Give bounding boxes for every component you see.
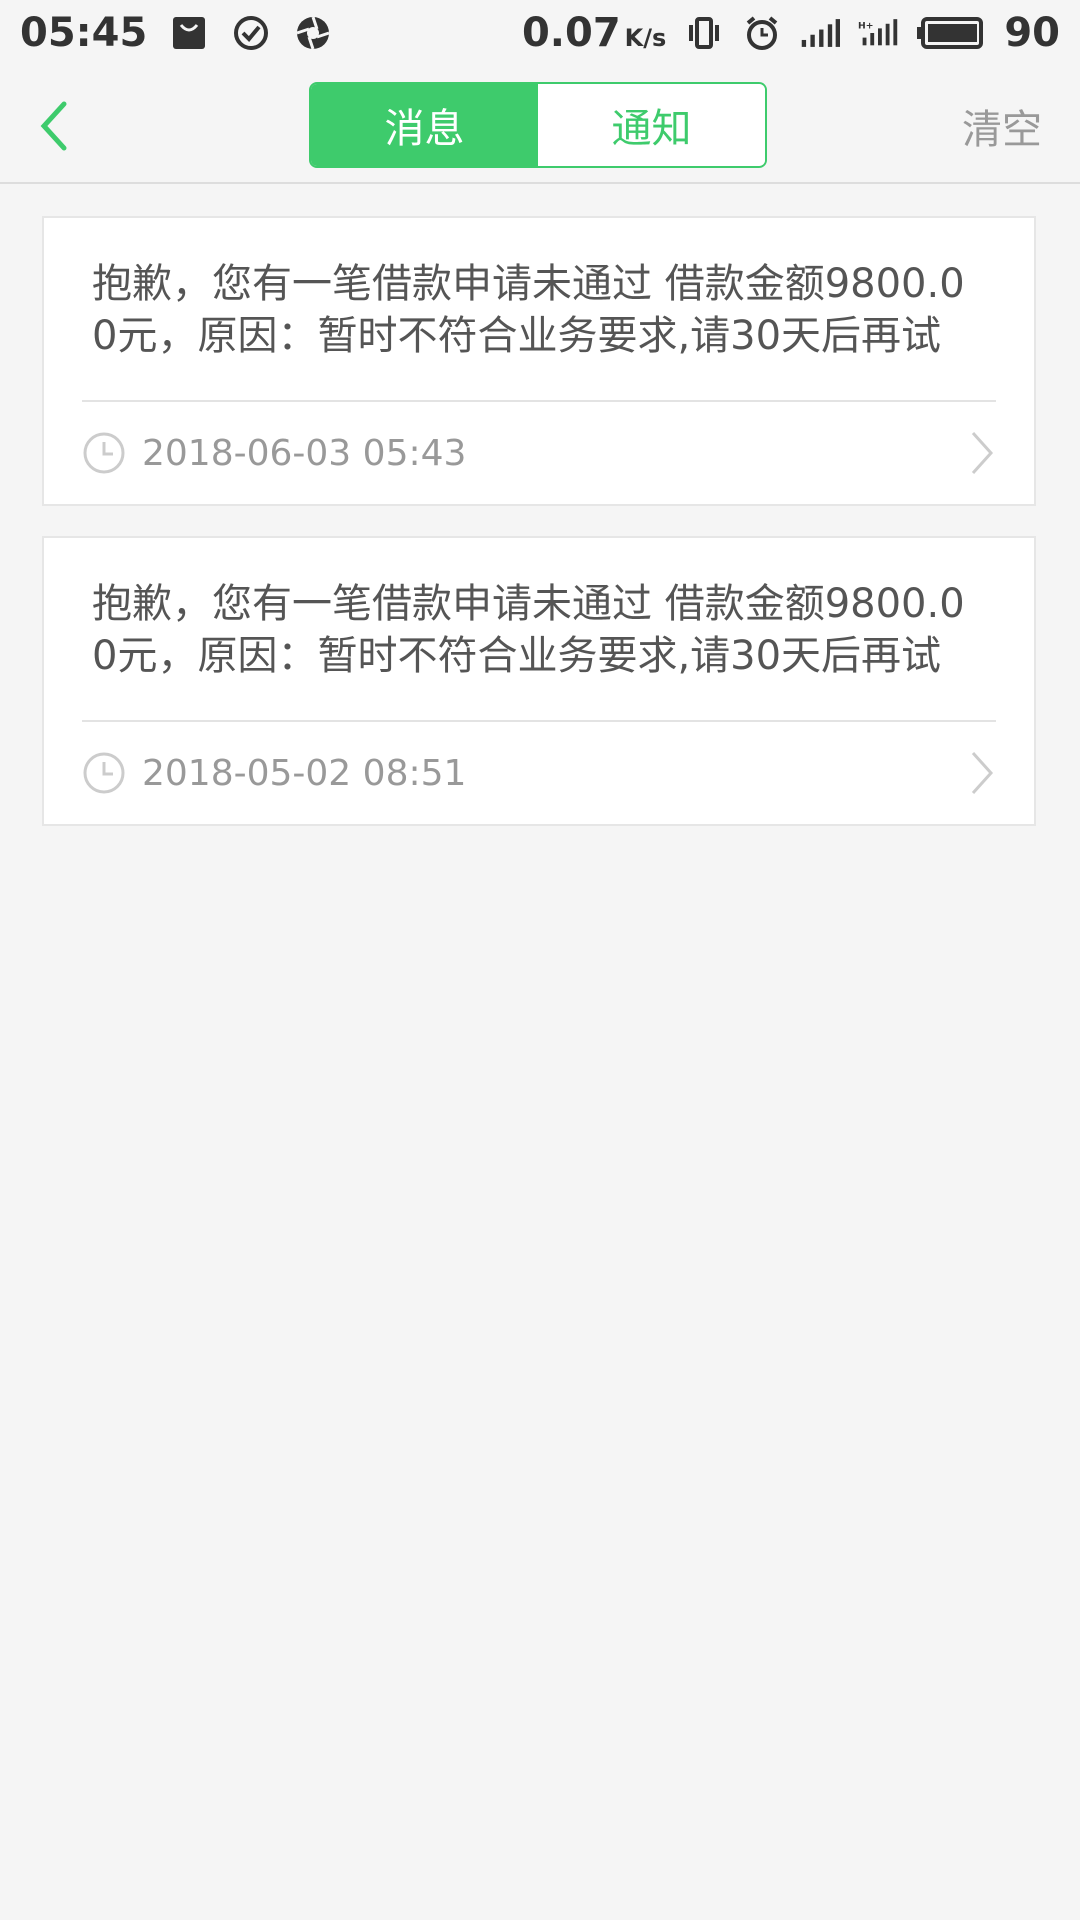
chevron-left-icon [40,101,67,151]
tab-notifications[interactable]: 通知 [538,84,765,166]
battery-icon [916,13,986,53]
message-card: 抱歉，您有一笔借款申请未通过 借款金额9800.00元，原因：暂时不符合业务要求… [42,216,1036,506]
message-time: 2018-06-03 05:43 [142,432,467,474]
message-list: 抱歉，您有一笔借款申请未通过 借款金额9800.00元，原因：暂时不符合业务要求… [42,216,1036,856]
clock-icon [82,431,126,475]
chevron-right-icon [968,749,996,797]
message-footer[interactable]: 2018-05-02 08:51 [44,722,1034,824]
signal-hplus-icon: H+ [858,13,898,53]
svg-text:H+: H+ [858,20,873,31]
segmented-control: 消息 通知 [309,82,767,168]
message-footer[interactable]: 2018-06-03 05:43 [44,402,1034,504]
alarm-icon [742,13,782,53]
chevron-right-icon [968,429,996,477]
aperture-icon [293,13,333,53]
clock-icon [82,751,126,795]
message-time: 2018-05-02 08:51 [142,752,467,794]
signal-icon [800,13,841,53]
message-text: 抱歉，您有一笔借款申请未通过 借款金额9800.00元，原因：暂时不符合业务要求… [92,261,965,359]
vibrate-icon [684,13,724,53]
battery-level: 90 [1004,10,1060,56]
check-circle-icon [231,13,271,53]
message-card: 抱歉，您有一笔借款申请未通过 借款金额9800.00元，原因：暂时不符合业务要求… [42,536,1036,826]
status-time: 05:45 [20,10,148,56]
clear-button[interactable]: 清空 [962,96,1042,156]
notification-bag-icon [169,13,209,53]
back-button[interactable] [28,96,78,156]
tab-messages[interactable]: 消息 [311,84,538,166]
header: 消息 通知 清空 [0,66,1080,184]
status-bar: 05:45 0.07 K/s H+ 90 [0,0,1080,66]
message-text: 抱歉，您有一笔借款申请未通过 借款金额9800.00元，原因：暂时不符合业务要求… [92,581,965,679]
network-speed: 0.07 K/s [521,10,667,56]
